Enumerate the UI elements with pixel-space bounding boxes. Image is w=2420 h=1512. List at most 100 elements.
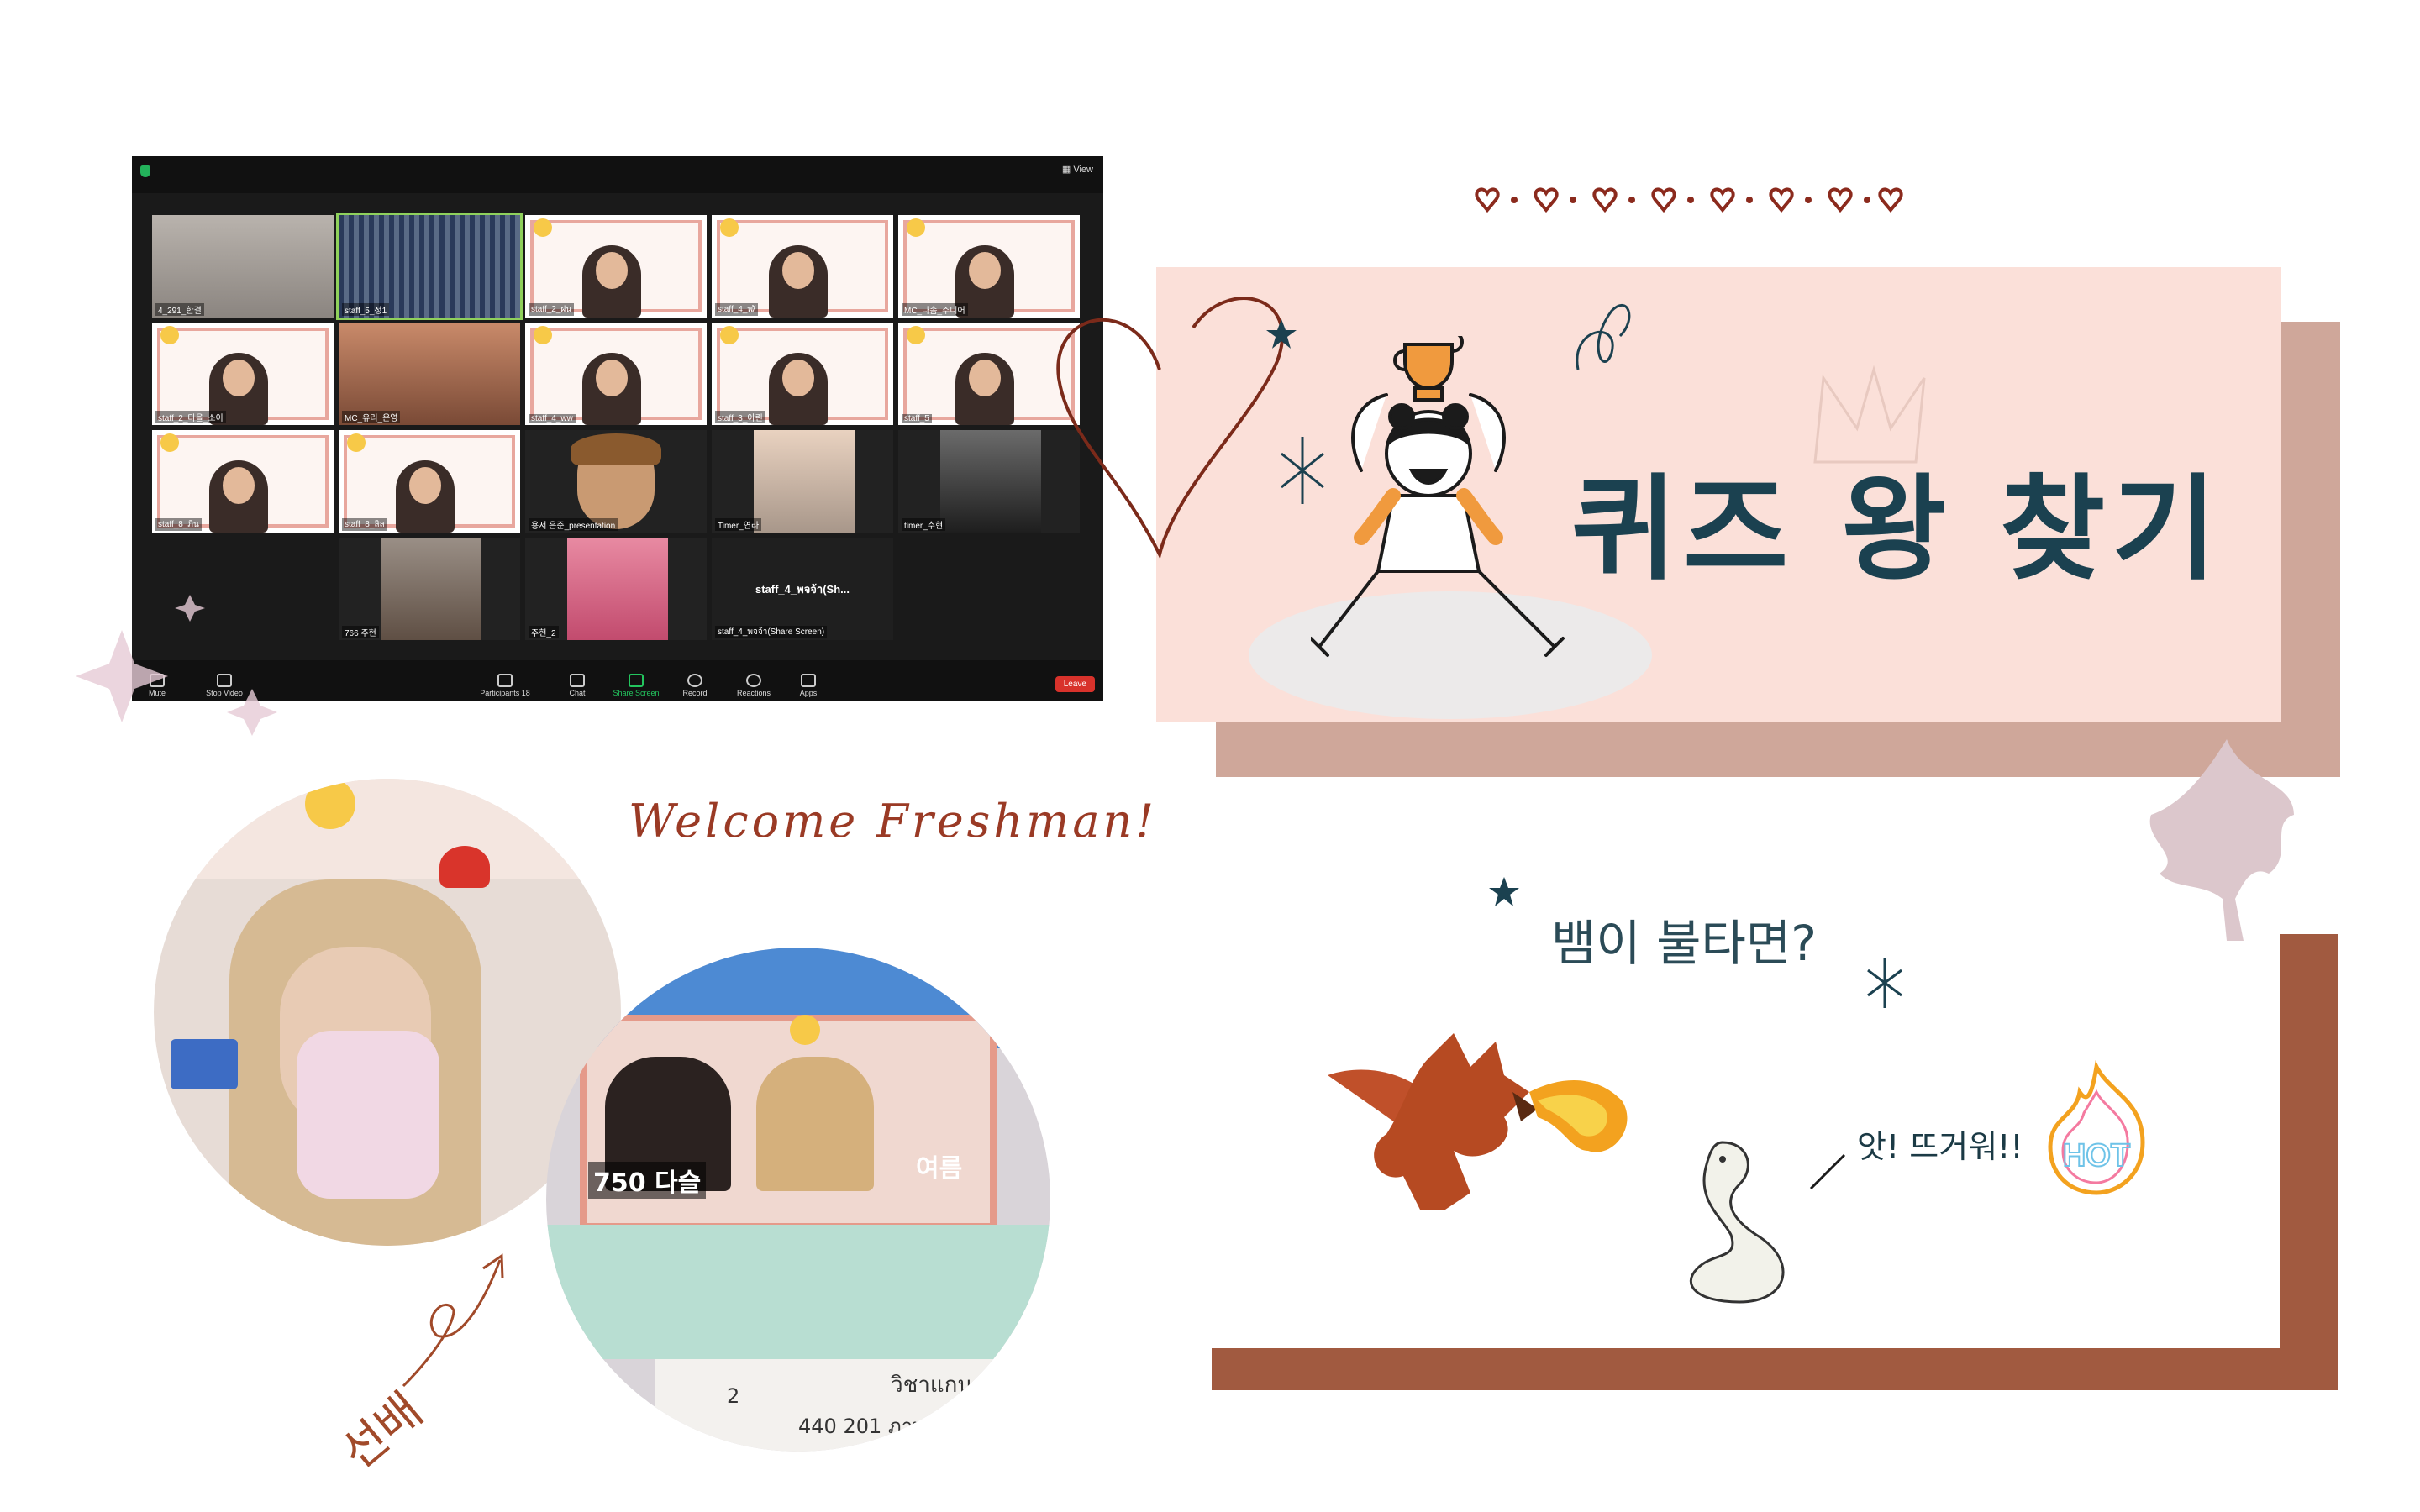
heart-dots-decoration <box>1475 187 1903 213</box>
participants-button[interactable]: Participants 18 <box>480 674 530 697</box>
participants-count: 18 <box>521 689 530 697</box>
smiley-icon <box>790 1015 820 1045</box>
participant-name: timer_수현 <box>902 518 946 531</box>
participant-name: 766 주현 <box>342 626 379 638</box>
smiley-icon <box>305 779 355 829</box>
participant-video <box>152 215 334 318</box>
participant-video <box>525 215 707 318</box>
participant-tile[interactable]: 용서 은준_presentation <box>525 430 707 533</box>
participant-name: staff_4_พ/ั <box>715 303 758 316</box>
sparkle-icon <box>1867 958 1902 1008</box>
participant-name: staff_3_아린 <box>715 411 765 423</box>
participant-tile[interactable]: staff_4_พ/ั <box>712 215 893 318</box>
apps-button[interactable]: Apps <box>783 674 834 697</box>
quiz-title: 퀴즈 왕 찾기 <box>1571 464 2224 596</box>
participant-tile[interactable]: 4_291_한결 <box>152 215 334 318</box>
share-screen-button[interactable]: Share Screen <box>611 674 661 697</box>
flower-decoration <box>76 595 277 736</box>
participant-video <box>712 215 893 318</box>
participant-name: staff_5 <box>902 414 932 423</box>
person-photo-2 <box>756 1057 874 1191</box>
participant-name: staff_2_ฝน <box>529 303 575 316</box>
participant-tile[interactable]: staff_5_정1 <box>336 213 523 320</box>
photo-circle-screen: 750 다슬 여름 วิชาแกน 2 440 201 ภาษา <box>546 948 1050 1452</box>
green-panel <box>546 1225 1050 1359</box>
participant-name: MC_유리_은영 <box>342 411 401 423</box>
participant-video <box>525 323 707 425</box>
participant-video <box>339 538 520 640</box>
frame-right-bar <box>2280 934 2338 1389</box>
share-screen-label: Share Screen <box>613 689 660 697</box>
share-tile-label: staff_4_พจจ้า(Sh... <box>755 582 850 596</box>
participant-name: Timer_연라 <box>715 518 762 531</box>
participant-name: 용서 은준_presentation <box>529 518 618 531</box>
face-shape <box>409 467 441 504</box>
welcome-text: Welcome Freshman! <box>629 795 1158 848</box>
leave-button[interactable]: Leave <box>1055 676 1095 692</box>
face-shape <box>782 360 814 396</box>
slide-top-bar <box>154 779 621 879</box>
participant-tile[interactable]: MC_유리_은영 <box>339 323 520 425</box>
chat-button[interactable]: Chat <box>552 674 602 697</box>
participant-name: staff_5_정1 <box>342 303 390 316</box>
share-screen-icon <box>629 674 644 687</box>
participant-name: 주현_2 <box>529 626 559 638</box>
security-shield-icon <box>140 165 150 177</box>
speech-text: 앗! 뜨거워!! <box>1857 1128 2023 1165</box>
participant-name: staff_8_ภิน <box>155 518 202 531</box>
participant-video <box>525 538 707 640</box>
participant-tile[interactable]: staff_4_ww <box>525 323 707 425</box>
participant-tile[interactable]: staff_3_아린 <box>712 323 893 425</box>
participant-name: 4_291_한결 <box>155 303 204 316</box>
grid-icon: ▦ <box>1061 165 1074 175</box>
participant-tile[interactable]: staff_8_ภิน <box>152 430 334 533</box>
badge-icon <box>160 326 179 344</box>
hot-label: HOT <box>2063 1138 2130 1173</box>
speech-line <box>1809 1153 1846 1190</box>
photo-portrait <box>940 430 1041 533</box>
badge-icon <box>534 326 552 344</box>
blue-bar <box>171 1039 238 1089</box>
star-icon <box>1266 319 1297 349</box>
drawn-character <box>754 430 855 533</box>
reactions-icon <box>746 674 761 687</box>
participant-tile[interactable]: 766 주현 <box>339 538 520 640</box>
dragon-illustration <box>1328 1033 1628 1210</box>
badge-icon <box>720 218 739 237</box>
badge-icon <box>534 218 552 237</box>
badge-icon <box>720 326 739 344</box>
badge-icon <box>347 433 366 452</box>
zoom-topbar: ▦ View <box>132 156 1103 193</box>
participant-tile[interactable]: staff_2_다을_소이 <box>152 323 334 425</box>
face-shape <box>596 252 628 289</box>
badge-icon <box>907 326 925 344</box>
face-shape <box>782 252 814 289</box>
participant-video <box>339 430 520 533</box>
beret-shape <box>571 433 661 465</box>
heart-sticker-icon <box>439 846 490 888</box>
face-shape <box>969 360 1001 396</box>
record-button[interactable]: Record <box>670 674 720 697</box>
participants-label: Participants <box>480 689 520 697</box>
participant-tile[interactable]: Timer_연라 <box>712 430 893 533</box>
star-icon <box>1489 877 1519 906</box>
participant-video <box>339 215 520 318</box>
badge-icon <box>160 433 179 452</box>
participant-tile[interactable]: staff_2_ฝน <box>525 215 707 318</box>
reactions-button[interactable]: Reactions <box>729 674 779 697</box>
face-shape <box>969 252 1001 289</box>
apps-icon <box>801 674 816 687</box>
view-button[interactable]: ▦ View <box>1062 164 1093 175</box>
participant-tile[interactable]: staff_8_ลิล <box>339 430 520 533</box>
participant-tile[interactable]: 주현_2 <box>525 538 707 640</box>
participant-name: staff_4_พจจ้า(Share Screen) <box>715 626 828 638</box>
snake-illustration <box>1689 1141 1785 1304</box>
hot-fire-icon: HOT <box>2048 1060 2145 1195</box>
apps-label: Apps <box>799 689 818 697</box>
record-label: Record <box>682 689 708 697</box>
frame-bottom-bar <box>1212 1348 2338 1390</box>
face-shape <box>223 360 255 396</box>
maple-leaf-icon <box>2149 739 2294 941</box>
table-row-number: 2 <box>727 1384 740 1408</box>
share-screen-tile[interactable]: staff_4_พจจ้า(Sh... staff_4_พจจ้า(Share … <box>712 538 893 640</box>
